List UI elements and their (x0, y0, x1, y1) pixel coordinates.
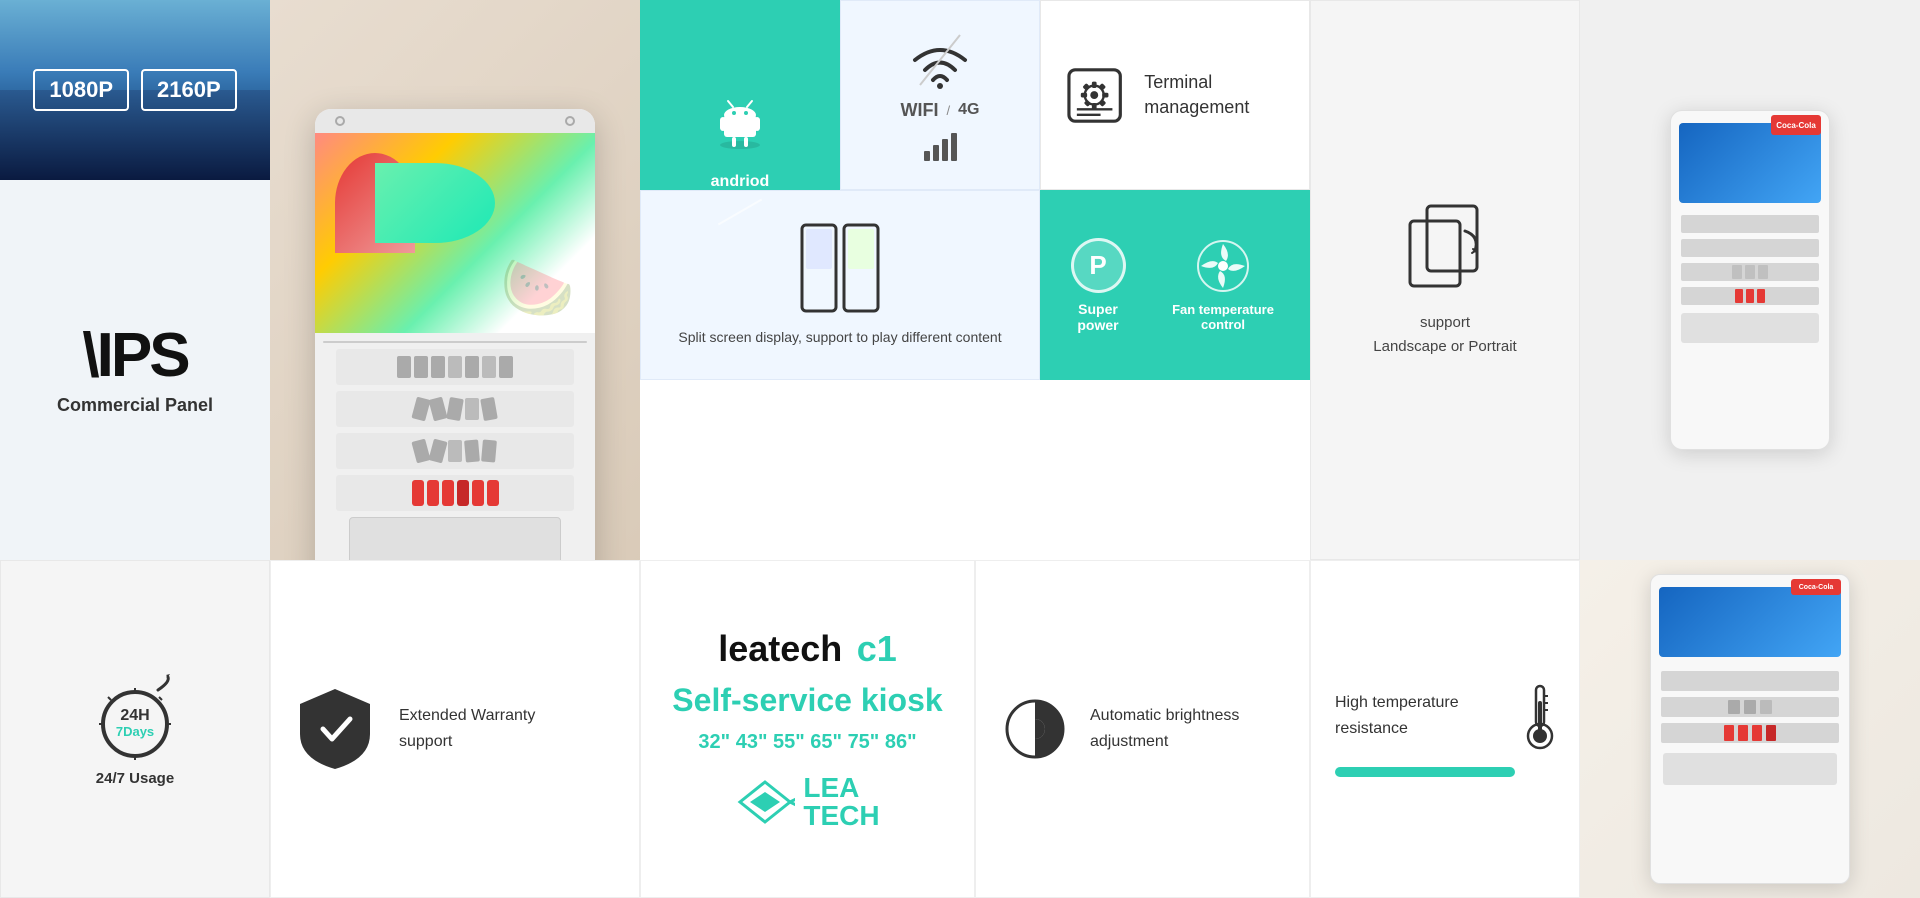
leatech-logo: LEA TECH (735, 774, 879, 830)
auto-brightness-box: Automatic brightnessadjustment (975, 560, 1310, 898)
svg-text:24H: 24H (120, 707, 149, 724)
android-label: andriod (711, 173, 770, 191)
thermometer-icon (1525, 681, 1555, 751)
signal-bars (924, 131, 957, 161)
wifi-label: WIFI / 4G (901, 100, 980, 121)
model-name: c1 (857, 628, 897, 669)
size-options: 32" 43" 55" 65" 75" 86" (698, 731, 916, 754)
wifi-icon (905, 30, 975, 90)
fan-control-icon: Fan temperature control (1156, 239, 1290, 332)
clock-24h-icon: 24H 7Days (90, 672, 180, 762)
brand-name: leatech (718, 628, 842, 669)
features-area: andriod WIFI (640, 0, 1310, 560)
product-photo-top: Coca-Cola (1580, 0, 1920, 560)
main-layout: 1080P 2160P \IPS Commercial Panel 3000 c… (0, 0, 1920, 898)
logo-tech: TECH (803, 802, 879, 830)
resolution-1080p: 1080P (33, 69, 129, 111)
fan-svg-icon (1196, 239, 1251, 294)
auto-brightness-label: Automatic brightnessadjustment (1090, 703, 1239, 754)
portrait-support-col: supportLandscape or Portrait (1310, 0, 1580, 560)
product-subtitle: Self-service kiosk (672, 682, 942, 719)
copy-icon (1405, 201, 1485, 291)
logo-diamond-icon (735, 777, 795, 827)
super-power-label: Super power (1060, 301, 1136, 333)
split-screen-box: Split screen display, support to play di… (640, 190, 1040, 380)
temp-bar (1335, 767, 1515, 777)
panel-label: Commercial Panel (57, 395, 213, 416)
bottom-col4-temp: High temperatureresistance (1310, 560, 1580, 898)
terminal-label: Terminal management (1144, 70, 1285, 120)
bottom-col1: 24H 7Days 24/7 Usage (0, 560, 270, 898)
shield-icon (295, 684, 375, 774)
portrait-label: supportLandscape or Portrait (1373, 311, 1516, 359)
terminal-management-box: Terminal management (1040, 0, 1310, 190)
super-power-icon: P Super power (1060, 238, 1136, 333)
4g-text: 4G (958, 101, 979, 119)
high-temp-label: High temperatureresistance (1335, 690, 1505, 741)
super-fan-box: P Super power Fan temperature control (1040, 190, 1310, 380)
ips-logo: \IPS (82, 325, 187, 387)
bottom-col3: leatech c1 Self-service kiosk 32" 43" 55… (640, 560, 1310, 898)
split-screen-desc: Split screen display, support to play di… (678, 327, 1001, 348)
usage-label-bottom: 24/7 Usage (96, 770, 174, 787)
split-screen-icon (800, 223, 880, 313)
ips-block: \IPS Commercial Panel (0, 180, 270, 560)
svg-text:7Days: 7Days (116, 724, 154, 739)
warranty-label: Extended Warrantysupport (399, 703, 535, 754)
brand-title: leatech c1 (718, 628, 897, 670)
resolution-block: 1080P 2160P (0, 0, 270, 180)
brightness-icon (1000, 694, 1070, 764)
wifi-4g-box: WIFI / 4G (840, 0, 1040, 190)
bottom-col2-warranty: Extended Warrantysupport (270, 560, 640, 898)
resolution-2160p: 2160P (141, 69, 237, 111)
android-icon (710, 93, 770, 153)
wifi-text: WIFI (901, 100, 939, 121)
fan-temp-label: Fan temperature control (1156, 302, 1290, 332)
product-title-area: leatech c1 Self-service kiosk 32" 43" 55… (640, 560, 975, 898)
gear-icon (1065, 58, 1124, 133)
logo-lea: LEA (803, 774, 879, 802)
bottom-col5-photo: Coca-Cola (1580, 560, 1920, 898)
